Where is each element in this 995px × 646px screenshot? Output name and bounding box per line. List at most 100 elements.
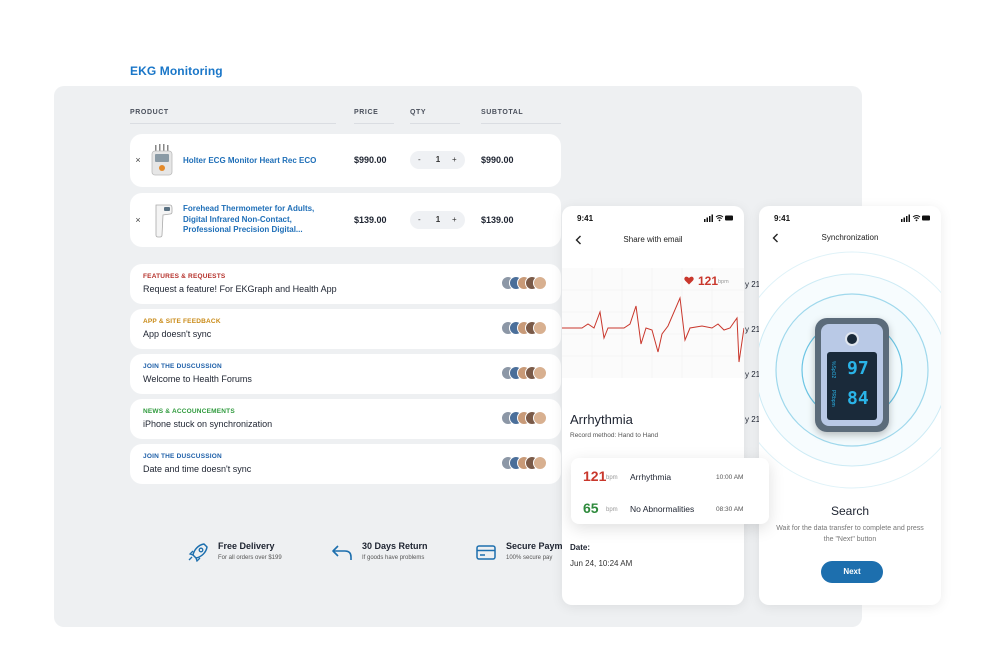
feature-title: 30 Days Return bbox=[362, 541, 428, 551]
forum-topic-row[interactable]: FEATURES & REQUESTS Request a feature! F… bbox=[130, 264, 561, 304]
reading-unit: bpm bbox=[606, 475, 618, 481]
hidden-list-value: y 21 bbox=[745, 280, 759, 289]
reading-label: Arrhythmia bbox=[630, 472, 672, 482]
header-subtotal: SUBTOTAL bbox=[481, 109, 524, 116]
cart-row: × Holter ECG Monitor Heart Rec ECO $990.… bbox=[130, 134, 561, 187]
forum-title[interactable]: iPhone stuck on synchronization bbox=[143, 419, 272, 429]
screen-title: Share with email bbox=[623, 235, 683, 244]
hidden-list-value: y 21 bbox=[745, 325, 759, 334]
feature-title: Secure Paym bbox=[506, 541, 563, 551]
screen-title: Synchronization bbox=[821, 233, 879, 242]
feature-subtitle: 100% secure pay bbox=[506, 555, 553, 561]
forum-title[interactable]: Welcome to Health Forums bbox=[143, 374, 252, 384]
holter-monitor-thumbnail bbox=[151, 144, 173, 176]
forum-topic-row[interactable]: JOIN THE DUSCUSSION Date and time doesn'… bbox=[130, 444, 561, 484]
avatar bbox=[533, 456, 547, 470]
thermometer-thumbnail bbox=[155, 204, 173, 238]
reading-value: 121 bbox=[583, 468, 607, 484]
remove-item-button[interactable]: × bbox=[133, 215, 143, 225]
next-button[interactable]: Next bbox=[821, 561, 883, 583]
cart-row: × Forehead Thermometer for Adults, Digit… bbox=[130, 193, 561, 247]
header-divider bbox=[130, 123, 336, 124]
feature-subtitle: For all orders over $199 bbox=[218, 555, 282, 561]
return-arrow-icon bbox=[332, 545, 352, 560]
phone-synchronization: 9:41 Synchronization %SpO2 97 PRbpm 84 S… bbox=[759, 206, 941, 605]
heart-rate-unit: bpm bbox=[718, 279, 729, 285]
header-divider bbox=[354, 123, 394, 124]
header-divider bbox=[410, 123, 460, 124]
forum-category[interactable]: NEWS & ACCOUNCEMENTS bbox=[143, 408, 235, 415]
reading-label: No Abnormalities bbox=[630, 504, 695, 514]
device-screen: %SpO2 97 PRbpm 84 bbox=[827, 352, 877, 420]
participant-avatars bbox=[501, 366, 547, 380]
avatar bbox=[533, 321, 547, 335]
readings-card: 121 bpm Arrhythmia 10:00 AM 65 bpm No Ab… bbox=[571, 458, 769, 524]
status-icons bbox=[901, 214, 930, 222]
product-name[interactable]: Forehead Thermometer for Adults, Digital… bbox=[183, 204, 314, 236]
product-name[interactable]: Holter ECG Monitor Heart Rec ECO bbox=[183, 156, 316, 167]
qty-increase-button[interactable]: + bbox=[452, 215, 457, 224]
phone-share-email: 9:41 Share with email 121 bpm Arrhythmia… bbox=[562, 206, 744, 605]
feature-title: Free Delivery bbox=[218, 541, 275, 551]
qty-decrease-button[interactable]: - bbox=[418, 155, 421, 164]
header-qty: QTY bbox=[410, 109, 427, 116]
product-subtotal: $139.00 bbox=[481, 215, 514, 225]
forum-topic-row[interactable]: NEWS & ACCOUNCEMENTS iPhone stuck on syn… bbox=[130, 399, 561, 439]
reading-value: 65 bbox=[583, 500, 599, 516]
credit-card-icon bbox=[476, 545, 496, 560]
pulse-label: PRbpm bbox=[830, 390, 836, 407]
page-title: EKG Monitoring bbox=[130, 64, 223, 78]
remove-item-button[interactable]: × bbox=[133, 155, 143, 165]
avatar bbox=[533, 411, 547, 425]
hidden-list-value: y 21 bbox=[745, 370, 759, 379]
qty-value: 1 bbox=[435, 155, 441, 164]
avatar bbox=[533, 366, 547, 380]
product-subtotal: $990.00 bbox=[481, 155, 514, 165]
header-product: PRODUCT bbox=[130, 109, 169, 116]
forum-category[interactable]: JOIN THE DUSCUSSION bbox=[143, 453, 222, 460]
reading-time: 10:00 AM bbox=[716, 474, 744, 481]
spo2-value: 97 bbox=[847, 358, 869, 379]
oximeter-device: %SpO2 97 PRbpm 84 bbox=[815, 318, 889, 432]
quantity-stepper[interactable]: - 1 + bbox=[410, 211, 465, 229]
feature-subtitle: If goods have problems bbox=[362, 555, 425, 561]
record-method: Record method: Hand to Hand bbox=[570, 432, 659, 439]
product-price: $139.00 bbox=[354, 215, 387, 225]
product-price: $990.00 bbox=[354, 155, 387, 165]
participant-avatars bbox=[501, 276, 547, 290]
qty-decrease-button[interactable]: - bbox=[418, 215, 421, 224]
qty-increase-button[interactable]: + bbox=[452, 155, 457, 164]
hidden-list-value: y 21 bbox=[745, 415, 759, 424]
search-title: Search bbox=[830, 504, 870, 518]
date-label: Date: bbox=[570, 543, 591, 552]
status-time: 9:41 bbox=[774, 214, 791, 223]
forum-title[interactable]: Request a feature! For EKGraph and Healt… bbox=[143, 284, 337, 294]
qty-value: 1 bbox=[435, 215, 441, 224]
avatar bbox=[533, 276, 547, 290]
quantity-stepper[interactable]: - 1 + bbox=[410, 151, 465, 169]
participant-avatars bbox=[501, 411, 547, 425]
status-icons bbox=[704, 214, 733, 222]
forum-category[interactable]: FEATURES & REQUESTS bbox=[143, 273, 225, 280]
header-divider bbox=[481, 123, 561, 124]
forum-category[interactable]: APP & SITE FEEDBACK bbox=[143, 318, 221, 325]
spo2-label: %SpO2 bbox=[830, 361, 836, 379]
diagnosis-title: Arrhythmia bbox=[570, 412, 633, 427]
heart-rate-value: 121 bbox=[698, 274, 719, 288]
forum-category[interactable]: JOIN THE DUSCUSSION bbox=[143, 363, 222, 370]
participant-avatars bbox=[501, 456, 547, 470]
date-value: Jun 24, 10:24 AM bbox=[570, 559, 633, 568]
search-subtitle: Wait for the data transfer to complete a… bbox=[776, 525, 924, 543]
reading-unit: bpm bbox=[606, 507, 618, 513]
device-button bbox=[845, 332, 859, 346]
rocket-icon bbox=[188, 543, 208, 562]
forum-topic-row[interactable]: APP & SITE FEEDBACK App doesn't sync bbox=[130, 309, 561, 349]
pulse-value: 84 bbox=[847, 388, 869, 409]
heart-icon bbox=[684, 276, 694, 285]
forum-topic-row[interactable]: JOIN THE DUSCUSSION Welcome to Health Fo… bbox=[130, 354, 561, 394]
participant-avatars bbox=[501, 321, 547, 335]
header-price: PRICE bbox=[354, 109, 379, 116]
forum-title[interactable]: Date and time doesn't sync bbox=[143, 464, 251, 474]
reading-time: 08:30 AM bbox=[716, 506, 744, 513]
forum-title[interactable]: App doesn't sync bbox=[143, 329, 211, 339]
